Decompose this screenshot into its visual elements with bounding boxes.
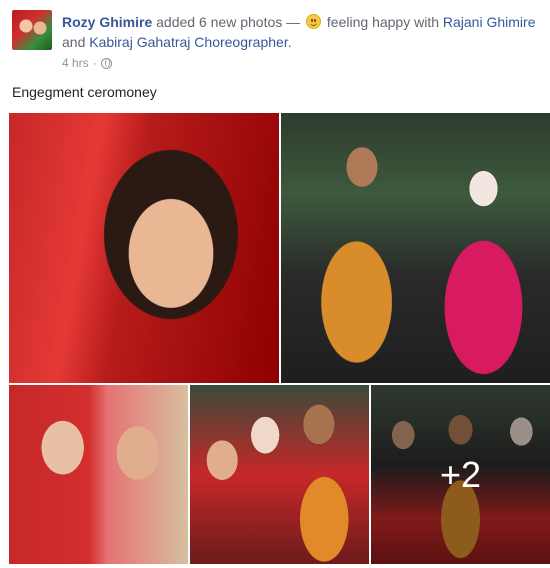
globe-icon[interactable] — [100, 57, 112, 69]
post-caption: Engegment ceromoney — [12, 84, 157, 100]
feeling-text: feeling happy with — [326, 14, 439, 30]
post-photo-1[interactable] — [9, 113, 279, 383]
tagged-user-link-1[interactable]: Rajani Ghimire — [443, 14, 536, 30]
more-photos-count: +2 — [439, 453, 482, 495]
post-photo-3[interactable] — [9, 385, 188, 564]
post-header: Rozy Ghimire added 6 new photos — feelin… — [12, 10, 542, 72]
meta-separator: · — [92, 56, 97, 70]
post-photo-5[interactable]: +2 — [371, 385, 550, 564]
post-photo-4[interactable] — [190, 385, 369, 564]
timestamp-link[interactable]: 4 hrs — [62, 56, 89, 70]
tag-suffix: . — [287, 34, 292, 50]
smiley-emoji-icon — [306, 14, 322, 29]
tag-joiner: and — [62, 34, 86, 50]
more-photos-overlay[interactable]: +2 — [371, 385, 550, 564]
action-text: added 6 new photos — — [156, 14, 301, 30]
post-headline: Rozy Ghimire added 6 new photos — feelin… — [62, 12, 542, 52]
tagged-user-link-2[interactable]: Kabiraj Gahatraj Choreographer — [89, 34, 287, 50]
post-meta: 4 hrs · — [62, 56, 112, 70]
author-avatar[interactable] — [12, 10, 52, 50]
author-name-link[interactable]: Rozy Ghimire — [62, 14, 152, 30]
post-photo-2[interactable] — [281, 113, 550, 383]
